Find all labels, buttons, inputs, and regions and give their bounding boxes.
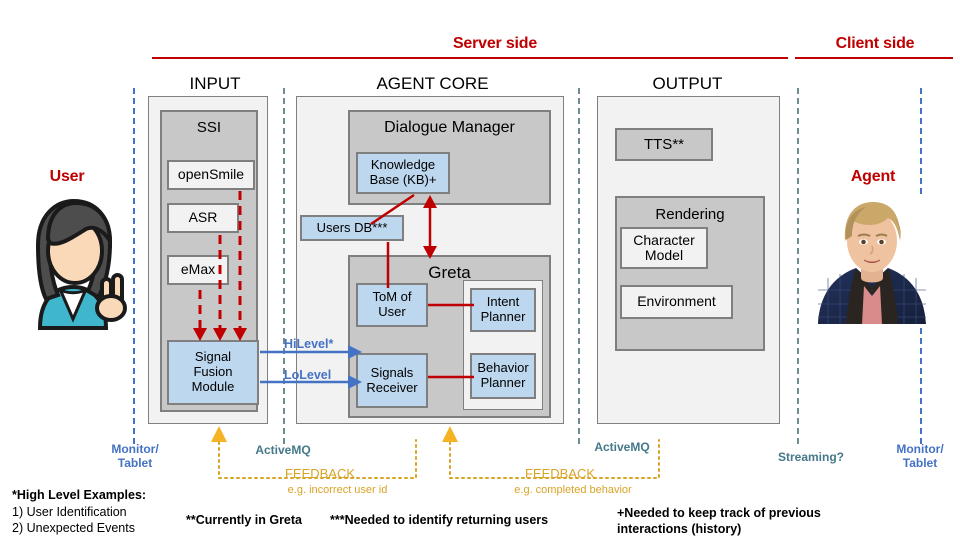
ssi-title: SSI bbox=[196, 119, 222, 136]
column-heading-input: INPUT bbox=[189, 74, 241, 93]
agent-avatar bbox=[816, 196, 928, 324]
agent-label: Agent bbox=[850, 168, 896, 185]
client-side-rule bbox=[795, 57, 953, 59]
footnote-high-level-2: 2) Unexpected Events bbox=[12, 521, 135, 535]
feedback-left-sub: e.g. incorrect user id bbox=[287, 484, 388, 496]
footnote-currently-in-greta: **Currently in Greta bbox=[186, 513, 303, 527]
character-model-box: Character Model bbox=[620, 227, 708, 269]
footnote-history-line2: interactions (history) bbox=[617, 522, 742, 536]
separator-core-output bbox=[578, 88, 580, 444]
hilevel-label: HiLevel* bbox=[284, 337, 334, 351]
footnote-high-level-1: 1) User Identification bbox=[12, 505, 127, 519]
footnote-history-line1: +Needed to keep track of previous bbox=[617, 506, 821, 520]
feedback-right-title: FEEDBACK bbox=[524, 466, 596, 481]
footnote-high-level-title: *High Level Examples: bbox=[12, 488, 147, 502]
caption-monitor-tablet-right: Monitor/ Tablet bbox=[896, 442, 944, 470]
caption-monitor-tablet-left: Monitor/ Tablet bbox=[111, 442, 159, 470]
user-label: User bbox=[49, 168, 85, 185]
rendering-module: Rendering bbox=[615, 196, 765, 351]
tts-label: TTS** bbox=[643, 136, 684, 153]
feedback-right-sub: e.g. completed behavior bbox=[514, 484, 632, 496]
tts-box: TTS** bbox=[615, 128, 713, 161]
rendering-title: Rendering bbox=[655, 206, 725, 223]
footnote-returning-users: ***Needed to identify returning users bbox=[330, 513, 549, 527]
environment-box: Environment bbox=[620, 285, 733, 319]
column-heading-output: OUTPUT bbox=[652, 74, 723, 93]
ssi-dashed-arrows bbox=[160, 180, 270, 345]
server-side-rule bbox=[152, 57, 788, 59]
separator-output-stream bbox=[797, 88, 799, 444]
separator-input-core bbox=[283, 88, 285, 444]
caption-streaming: Streaming? bbox=[777, 450, 844, 464]
client-side-label: Client side bbox=[835, 35, 915, 52]
feedback-left-title: FEEDBACK bbox=[284, 466, 356, 481]
column-heading-agent-core: AGENT CORE bbox=[376, 74, 489, 93]
server-side-label: Server side bbox=[452, 35, 538, 52]
separator-user-boundary bbox=[133, 88, 135, 444]
user-avatar bbox=[18, 195, 128, 330]
lolevel-label: LoLevel bbox=[284, 368, 332, 382]
signal-fusion-module: Signal Fusion Module bbox=[167, 340, 259, 405]
